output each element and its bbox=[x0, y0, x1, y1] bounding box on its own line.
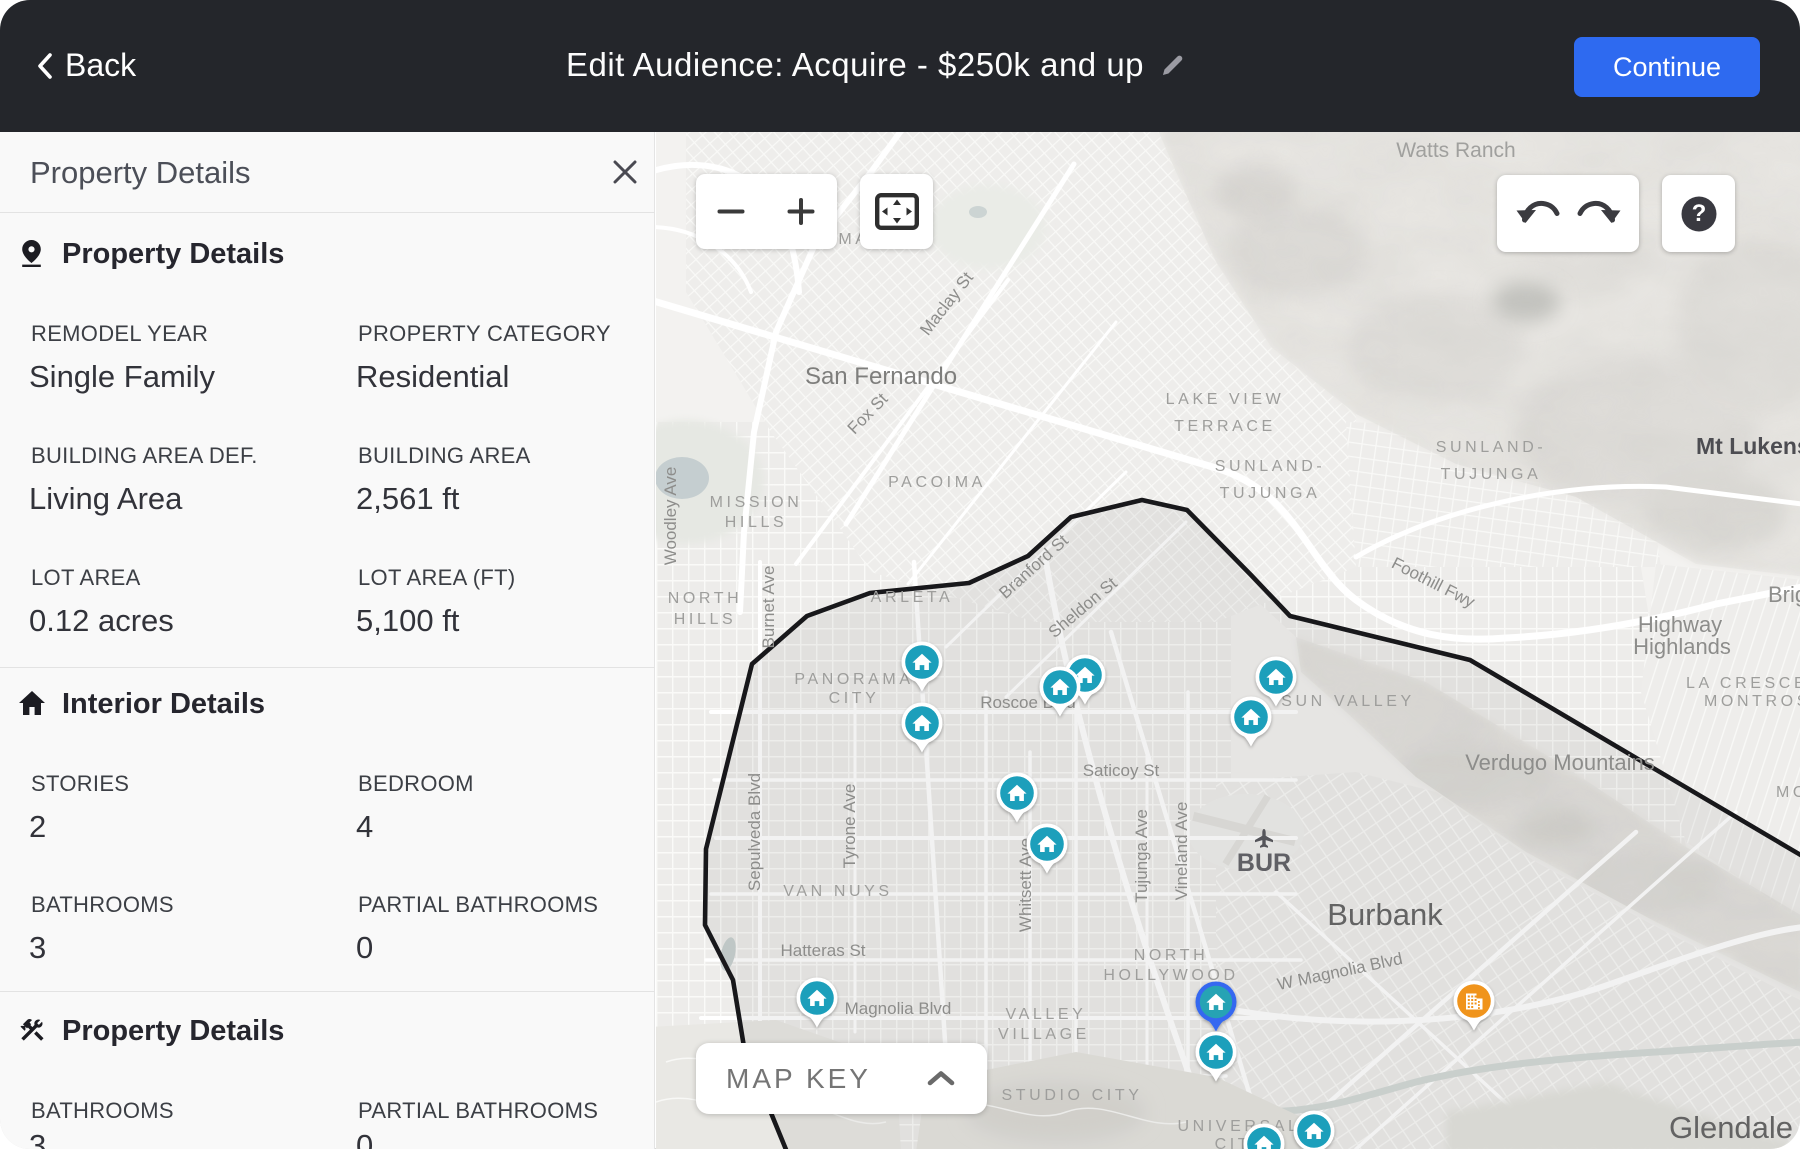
svg-text:MONTROSE: MONTROSE bbox=[1704, 693, 1800, 710]
svg-text:SUNLAND-: SUNLAND- bbox=[1436, 439, 1547, 456]
svg-text:BUR: BUR bbox=[1237, 849, 1291, 877]
svg-text:Mt Lukens: Mt Lukens bbox=[1696, 433, 1800, 459]
svg-text:Vineland Ave: Vineland Ave bbox=[1172, 802, 1191, 901]
svg-text:Saticoy St: Saticoy St bbox=[1083, 761, 1160, 780]
svg-text:STUDIO CITY: STUDIO CITY bbox=[1002, 1087, 1143, 1104]
svg-text:SUN VALLEY: SUN VALLEY bbox=[1281, 693, 1415, 710]
svg-text:Highlands: Highlands bbox=[1633, 634, 1731, 659]
svg-text:MONTE: MONTE bbox=[1776, 784, 1800, 801]
svg-text:Glendale: Glendale bbox=[1669, 1110, 1793, 1145]
svg-text:SUNLAND-: SUNLAND- bbox=[1215, 458, 1326, 475]
svg-text:VAN NUYS: VAN NUYS bbox=[783, 883, 892, 900]
svg-text:TUJUNGA: TUJUNGA bbox=[1441, 466, 1542, 483]
svg-text:LAKE VIEW: LAKE VIEW bbox=[1166, 391, 1285, 408]
svg-text:Watts Ranch: Watts Ranch bbox=[1396, 139, 1515, 162]
svg-text:Tyrone Ave: Tyrone Ave bbox=[840, 784, 859, 869]
svg-text:Woodley Ave: Woodley Ave bbox=[661, 467, 680, 566]
svg-text:Burnet Ave: Burnet Ave bbox=[759, 566, 778, 649]
svg-text:LA CRESCENTA-: LA CRESCENTA- bbox=[1686, 675, 1800, 692]
svg-text:Sepulveda Blvd: Sepulveda Blvd bbox=[745, 773, 764, 891]
svg-text:HOLLYWOOD: HOLLYWOOD bbox=[1103, 967, 1238, 984]
svg-text:Tujunga Ave: Tujunga Ave bbox=[1132, 809, 1151, 903]
svg-text:MISSION: MISSION bbox=[710, 494, 803, 511]
svg-text:HILLS: HILLS bbox=[674, 611, 736, 628]
svg-text:ARLETA: ARLETA bbox=[871, 589, 954, 606]
svg-text:HILLS: HILLS bbox=[725, 514, 787, 531]
svg-text:TUJUNGA: TUJUNGA bbox=[1220, 485, 1321, 502]
svg-text:Magnolia Blvd: Magnolia Blvd bbox=[845, 999, 952, 1018]
svg-text:NORTH: NORTH bbox=[668, 590, 743, 607]
svg-text:VALLEY: VALLEY bbox=[1006, 1006, 1087, 1023]
svg-text:Verdugo Mountains: Verdugo Mountains bbox=[1465, 750, 1655, 775]
svg-text:PANORAMA: PANORAMA bbox=[794, 671, 913, 688]
svg-text:Brig: Brig bbox=[1768, 582, 1800, 607]
svg-text:?: ? bbox=[1691, 200, 1706, 227]
svg-text:CITY: CITY bbox=[829, 690, 880, 707]
svg-text:UNIVERSAL: UNIVERSAL bbox=[1177, 1118, 1300, 1135]
svg-text:Hatteras St: Hatteras St bbox=[780, 941, 865, 960]
svg-text:TERRACE: TERRACE bbox=[1174, 418, 1276, 435]
svg-text:PACOIMA: PACOIMA bbox=[888, 474, 986, 491]
svg-text:Burbank: Burbank bbox=[1327, 897, 1443, 932]
svg-text:San Fernando: San Fernando bbox=[805, 363, 957, 390]
svg-text:VILLAGE: VILLAGE bbox=[998, 1026, 1090, 1043]
svg-text:NORTH: NORTH bbox=[1134, 947, 1209, 964]
